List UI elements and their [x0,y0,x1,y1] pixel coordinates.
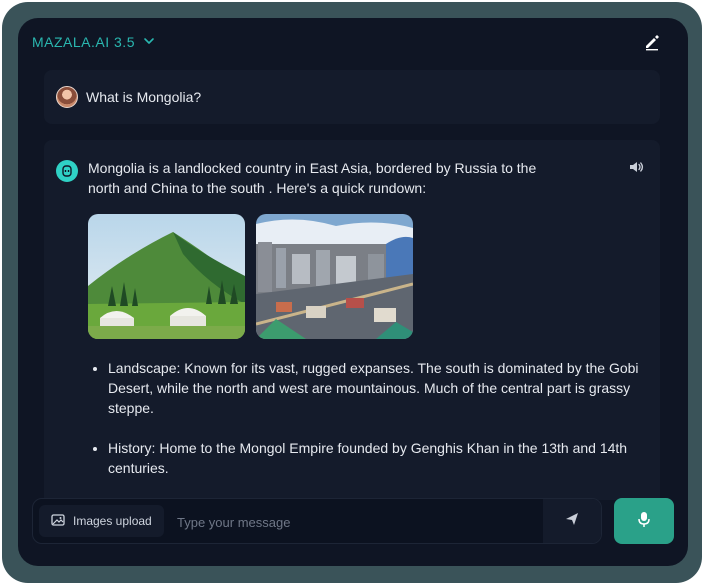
microphone-button[interactable] [614,498,674,544]
message-input[interactable] [175,507,539,537]
user-message-text: What is Mongolia? [86,89,202,105]
bullet-history: History: Home to the Mongol Empire found… [108,438,660,478]
bullet-landscape: Landscape: Known for its vast, rugged ex… [108,358,660,418]
bullet-list: Landscape: Known for its vast, rugged ex… [88,358,660,498]
ulaanbaatar-city-image[interactable] [256,214,413,339]
images-upload-label: Images upload [73,514,152,528]
assistant-message: Mongolia is a landlocked country in East… [44,140,660,500]
send-button[interactable] [543,499,601,543]
user-message: What is Mongolia? [44,70,660,124]
bot-icon [56,160,78,182]
chat-header: MAZALA.AI 3.5 [18,18,688,70]
chat-panel: MAZALA.AI 3.5 What is Mongolia? Mongolia… [18,18,688,566]
chevron-down-icon [143,34,155,50]
assistant-intro-text: Mongolia is a landlocked country in East… [88,160,537,196]
microphone-icon [636,510,652,533]
user-avatar [56,86,78,108]
edit-pencil-icon [643,33,661,56]
new-chat-edit-button[interactable] [640,32,664,56]
images-upload-button[interactable]: Images upload [39,505,164,537]
model-label: MAZALA.AI 3.5 [32,34,135,50]
image-icon [51,513,65,530]
send-icon [563,510,581,533]
message-composer: Images upload [32,498,602,544]
mountain-yurts-image[interactable] [88,214,245,339]
speaker-icon[interactable] [628,158,646,176]
app-frame: MAZALA.AI 3.5 What is Mongolia? Mongolia… [2,2,702,583]
model-selector[interactable]: MAZALA.AI 3.5 [32,34,155,50]
